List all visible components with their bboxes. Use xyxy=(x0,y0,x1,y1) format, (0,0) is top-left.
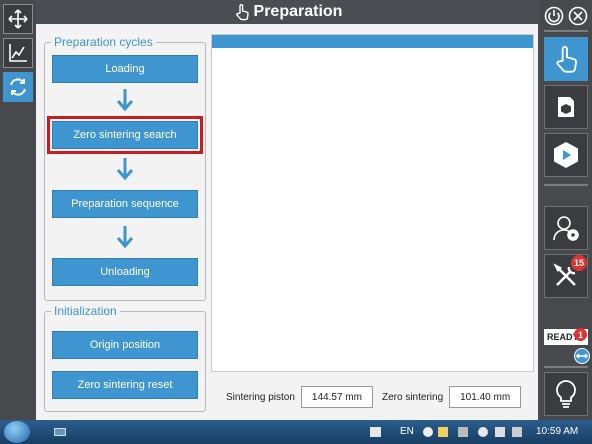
sintering-piston-readout: Sintering piston 144.57 mm xyxy=(226,386,373,408)
play-cube-button[interactable] xyxy=(544,133,588,177)
zero-sintering-value: 101.40 mm xyxy=(449,386,522,408)
play-cube-icon xyxy=(554,142,578,168)
language-indicator[interactable]: EN xyxy=(400,426,414,437)
notification-icon[interactable] xyxy=(370,427,381,437)
sintering-piston-value: 144.57 mm xyxy=(300,386,373,408)
close-button[interactable] xyxy=(568,6,588,26)
chart-button[interactable] xyxy=(3,38,33,68)
display-header xyxy=(212,35,533,48)
right-toolbar: 15 READY 1 xyxy=(540,0,592,420)
network-icon[interactable] xyxy=(512,427,522,437)
help-tips-button[interactable] xyxy=(544,372,588,416)
arrows-horizontal-icon xyxy=(575,353,589,359)
zero-sintering-readout: Zero sintering 101.40 mm xyxy=(382,386,522,408)
touch-mode-button[interactable] xyxy=(544,37,588,81)
separator xyxy=(544,366,588,368)
lightbulb-icon xyxy=(556,380,576,408)
tray-icon[interactable] xyxy=(478,427,488,437)
unloading-button[interactable]: Unloading xyxy=(52,258,198,286)
tray-icon[interactable] xyxy=(458,427,468,437)
power-button[interactable] xyxy=(544,6,564,26)
move-arrows-icon xyxy=(8,9,28,29)
chart-icon xyxy=(9,44,27,62)
package-icon xyxy=(558,97,574,117)
tray-icon[interactable] xyxy=(423,427,433,437)
separator xyxy=(544,184,588,186)
hand-pointer-icon xyxy=(556,45,577,73)
arrow-down-icon xyxy=(116,226,134,249)
flag-icon[interactable] xyxy=(495,427,505,437)
status-badge: 1 xyxy=(574,328,587,341)
zero-sintering-reset-button[interactable]: Zero sintering reset xyxy=(52,371,198,399)
window-title-bar: Preparation xyxy=(36,0,540,24)
start-button[interactable] xyxy=(4,421,30,443)
separator xyxy=(544,30,588,32)
loading-button[interactable]: Loading xyxy=(52,55,198,83)
zero-sintering-search-button[interactable]: Zero sintering search xyxy=(47,116,203,154)
power-icon xyxy=(544,6,564,26)
tools-badge: 15 xyxy=(571,255,587,271)
clock[interactable]: 10:59 AM xyxy=(536,426,578,437)
arrow-down-icon xyxy=(116,89,134,112)
cycle-icon xyxy=(10,78,26,96)
left-toolbar xyxy=(0,0,36,420)
keyboard-icon[interactable] xyxy=(54,428,66,436)
main-panel: Preparation cycles Loading Zero sinterin… xyxy=(36,24,538,420)
collapse-toggle[interactable] xyxy=(574,348,590,364)
preparation-sequence-button[interactable]: Preparation sequence xyxy=(52,190,198,218)
user-settings-button[interactable] xyxy=(544,206,588,250)
page-title: Preparation xyxy=(253,3,343,20)
cycle-button[interactable] xyxy=(3,72,33,102)
user-settings-icon xyxy=(553,216,579,241)
initialization-legend: Initialization xyxy=(54,304,117,318)
tray-icon[interactable] xyxy=(438,427,448,437)
move-arrows-button[interactable] xyxy=(3,4,33,34)
package-button[interactable] xyxy=(544,85,588,129)
display-area xyxy=(211,34,534,372)
zero-sintering-label: Zero sintering xyxy=(382,391,444,403)
origin-position-button[interactable]: Origin position xyxy=(52,331,198,359)
preparation-cycles-legend: Preparation cycles xyxy=(54,35,153,49)
arrow-down-icon xyxy=(116,158,134,181)
hand-pointer-icon xyxy=(235,4,249,21)
close-icon xyxy=(568,6,588,26)
taskbar: EN 10:59 AM xyxy=(0,420,592,444)
sintering-piston-label: Sintering piston xyxy=(226,391,295,403)
